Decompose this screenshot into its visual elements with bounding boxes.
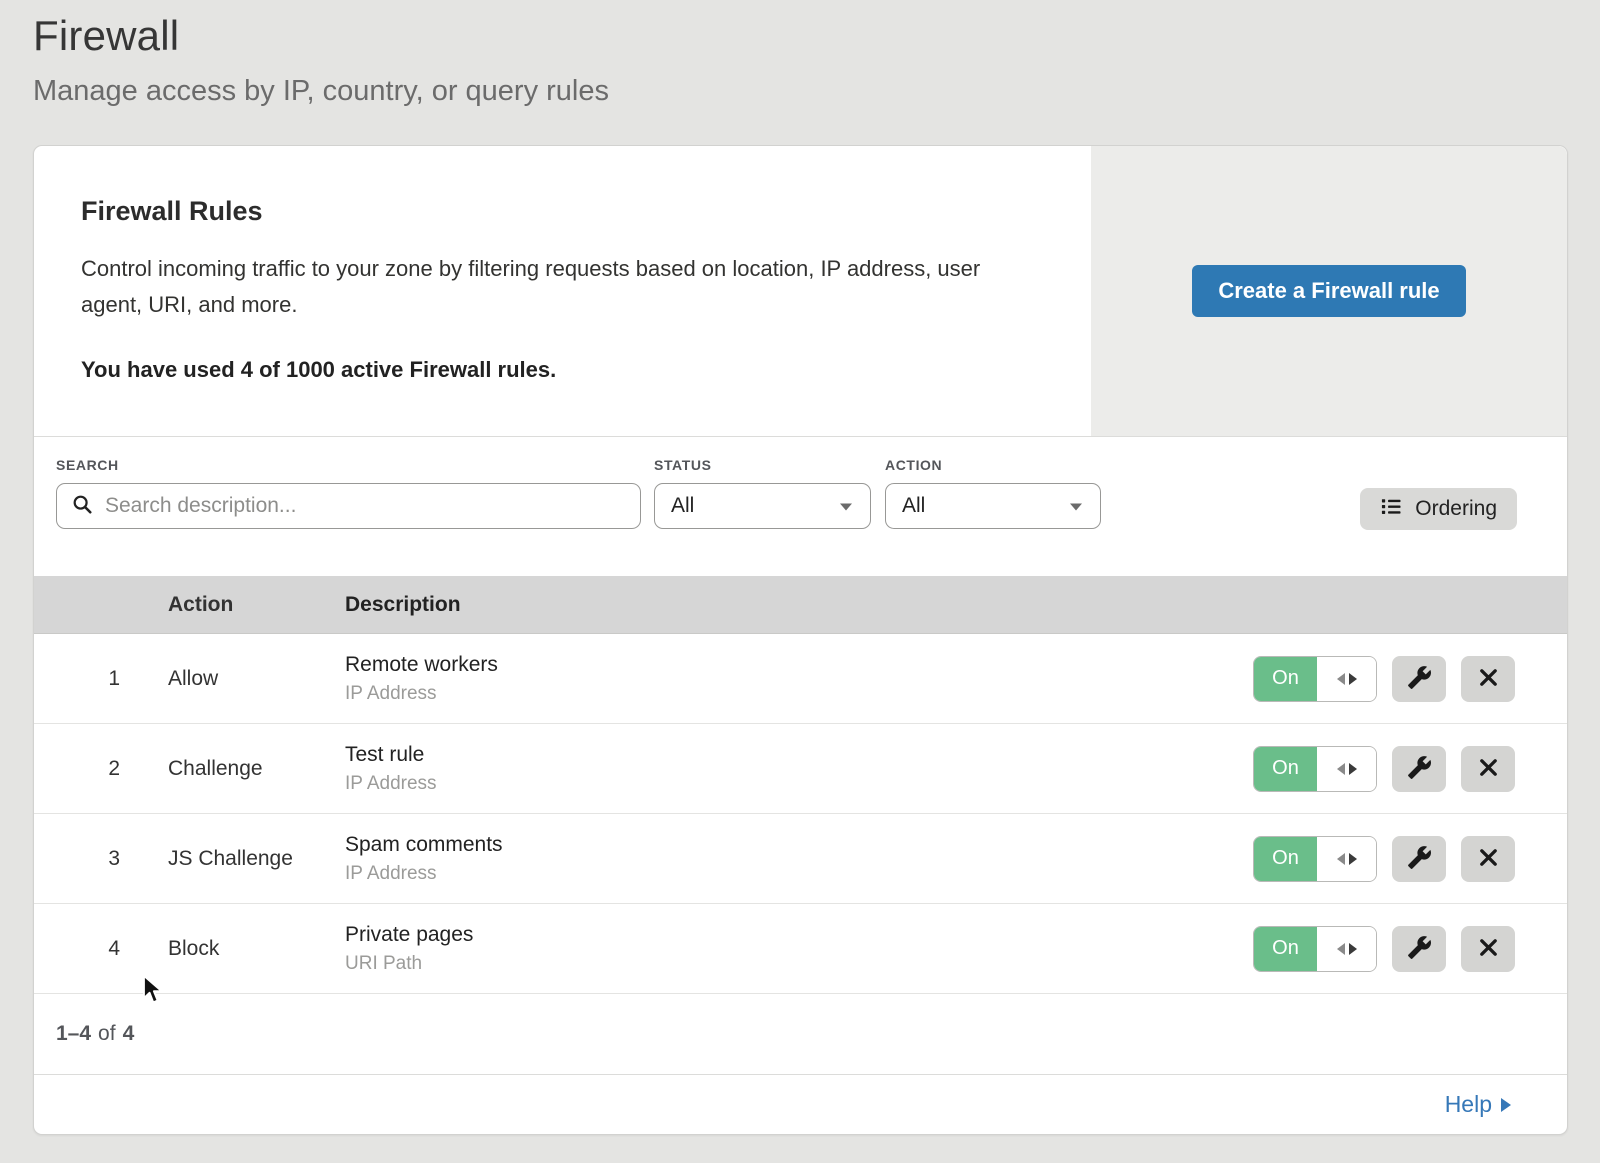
close-icon [1477, 666, 1500, 692]
rule-enabled-toggle[interactable]: On [1253, 656, 1377, 702]
rule-controls: On [1253, 836, 1567, 882]
search-filter-group: SEARCH [56, 457, 641, 529]
rule-match-type: URI Path [345, 953, 1253, 975]
rule-enabled-toggle[interactable]: On [1253, 746, 1377, 792]
rule-enabled-toggle[interactable]: On [1253, 926, 1377, 972]
rule-description: Private pages [345, 923, 1253, 947]
table-header: Action Description [34, 576, 1567, 634]
rule-priority: 4 [34, 937, 168, 961]
action-select-value: All [902, 494, 925, 518]
ordering-button[interactable]: Ordering [1360, 488, 1517, 530]
rule-priority: 3 [34, 847, 168, 871]
edit-rule-button[interactable] [1392, 746, 1446, 792]
rule-action: JS Challenge [168, 847, 345, 871]
firewall-rules-card: Firewall Rules Control incoming traffic … [33, 145, 1568, 1135]
bulleted-list-icon [1380, 495, 1403, 524]
wrench-icon [1407, 845, 1432, 873]
delete-rule-button[interactable] [1461, 746, 1515, 792]
toggle-arrows-icon [1317, 657, 1376, 701]
create-rule-panel: Create a Firewall rule [1091, 146, 1567, 436]
status-filter-group: STATUS All [654, 457, 871, 529]
firewall-page: Firewall Manage access by IP, country, o… [0, 0, 1600, 1163]
toggle-arrows-icon [1317, 837, 1376, 881]
delete-rule-button[interactable] [1461, 836, 1515, 882]
rule-enabled-toggle[interactable]: On [1253, 836, 1377, 882]
help-link[interactable]: Help [1445, 1091, 1511, 1118]
page-title: Firewall [33, 12, 1567, 60]
action-select[interactable]: All [885, 483, 1101, 529]
search-input[interactable] [103, 493, 626, 519]
search-icon [71, 493, 93, 520]
rule-action: Allow [168, 667, 345, 691]
rule-description-cell: Spam comments IP Address [345, 833, 1253, 885]
rule-description-cell: Test rule IP Address [345, 743, 1253, 795]
delete-rule-button[interactable] [1461, 926, 1515, 972]
ordering-button-label: Ordering [1415, 497, 1497, 521]
rule-match-type: IP Address [345, 683, 1253, 705]
rule-description: Remote workers [345, 653, 1253, 677]
help-link-label: Help [1445, 1091, 1492, 1118]
rule-controls: On [1253, 746, 1567, 792]
card-footer: Help [34, 1074, 1567, 1134]
wrench-icon [1407, 665, 1432, 693]
rule-description-cell: Private pages URI Path [345, 923, 1253, 975]
card-heading: Firewall Rules [81, 196, 1031, 227]
close-icon [1477, 846, 1500, 872]
page-header: Firewall Manage access by IP, country, o… [0, 0, 1600, 108]
pagination-range: 1–4 [56, 1022, 91, 1046]
status-select-value: All [671, 494, 694, 518]
delete-rule-button[interactable] [1461, 656, 1515, 702]
search-label: SEARCH [56, 457, 641, 473]
rule-description: Test rule [345, 743, 1253, 767]
filters-bar: SEARCH STATUS All ACTION [34, 436, 1567, 576]
rule-priority: 2 [34, 757, 168, 781]
right-triangle-icon [1501, 1098, 1511, 1112]
wrench-icon [1407, 755, 1432, 783]
usage-summary: You have used 4 of 1000 active Firewall … [81, 357, 1031, 383]
close-icon [1477, 756, 1500, 782]
rule-priority: 1 [34, 667, 168, 691]
rule-controls: On [1253, 656, 1567, 702]
action-column-header: Action [168, 593, 345, 617]
rule-description: Spam comments [345, 833, 1253, 857]
rule-action: Block [168, 937, 345, 961]
close-icon [1477, 936, 1500, 962]
edit-rule-button[interactable] [1392, 656, 1446, 702]
toggle-arrows-icon [1317, 747, 1376, 791]
rule-controls: On [1253, 926, 1567, 972]
toggle-state-label: On [1254, 837, 1317, 881]
table-row: 2 Challenge Test rule IP Address On [34, 724, 1567, 814]
edit-rule-button[interactable] [1392, 926, 1446, 972]
card-intro-section: Firewall Rules Control incoming traffic … [34, 146, 1567, 436]
card-description: Control incoming traffic to your zone by… [81, 251, 1031, 323]
action-label: ACTION [885, 457, 1101, 473]
create-firewall-rule-button[interactable]: Create a Firewall rule [1192, 265, 1465, 317]
wrench-icon [1407, 935, 1432, 963]
toggle-state-label: On [1254, 657, 1317, 701]
chevron-down-icon [1068, 494, 1084, 518]
pagination-total: 4 [123, 1022, 135, 1046]
rule-match-type: IP Address [345, 773, 1253, 795]
rule-action: Challenge [168, 757, 345, 781]
toggle-state-label: On [1254, 747, 1317, 791]
search-box[interactable] [56, 483, 641, 529]
table-row: 3 JS Challenge Spam comments IP Address … [34, 814, 1567, 904]
toggle-state-label: On [1254, 927, 1317, 971]
edit-rule-button[interactable] [1392, 836, 1446, 882]
status-label: STATUS [654, 457, 871, 473]
card-intro-text: Firewall Rules Control incoming traffic … [34, 146, 1091, 436]
status-select[interactable]: All [654, 483, 871, 529]
rule-description-cell: Remote workers IP Address [345, 653, 1253, 705]
chevron-down-icon [838, 494, 854, 518]
rule-match-type: IP Address [345, 863, 1253, 885]
pagination-of: of [98, 1022, 116, 1046]
pagination: 1–4 of 4 [34, 994, 1567, 1074]
table-row: 4 Block Private pages URI Path On [34, 904, 1567, 994]
toggle-arrows-icon [1317, 927, 1376, 971]
table-row: 1 Allow Remote workers IP Address On [34, 634, 1567, 724]
page-subtitle: Manage access by IP, country, or query r… [33, 74, 1567, 108]
action-filter-group: ACTION All [885, 457, 1101, 529]
description-column-header: Description [345, 593, 1567, 617]
